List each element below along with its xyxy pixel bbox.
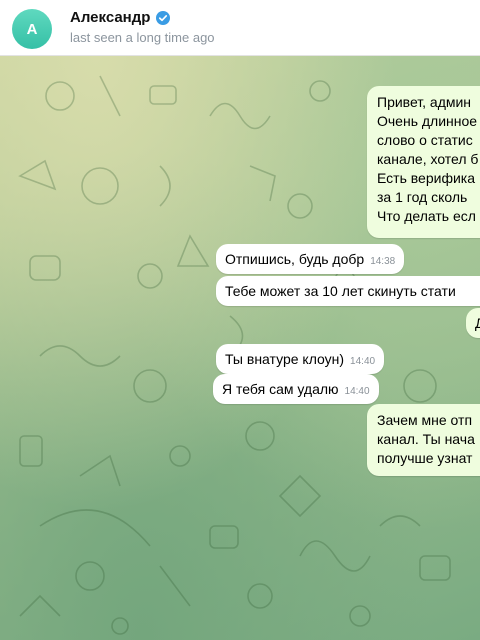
incoming-message-2[interactable]: Тебе может за 10 лет скинуть стати	[216, 276, 480, 306]
message-line: Привет, админ	[377, 94, 472, 110]
last-seen-status: last seen a long time ago	[70, 30, 215, 45]
chat-area[interactable]: Привет, админ Очень длинное слово о стат…	[0, 56, 480, 640]
message-text: Тебе может за 10 лет скинуть стати	[225, 283, 456, 299]
outgoing-message-2[interactable]: Д	[466, 308, 480, 338]
message-line: канале, хотел б	[377, 151, 479, 167]
incoming-message-1[interactable]: Отпишись, будь добр 14:38	[216, 244, 405, 274]
message-text: Отпишись, будь добр	[225, 251, 365, 267]
outgoing-message-1[interactable]: Привет, админ Очень длинное слово о стат…	[367, 86, 480, 238]
message-line: за 1 год сколь	[377, 189, 468, 205]
message-text: Ты внатуре клоун)	[225, 351, 345, 367]
message-line: Очень длинное	[377, 113, 478, 129]
message-line: Что делать есл	[377, 208, 476, 224]
message-line: получше узнат	[377, 450, 473, 466]
message-time: 14:40	[344, 386, 370, 397]
contact-name-row[interactable]: Александр	[70, 9, 171, 26]
message-line: канал. Ты нача	[377, 431, 475, 447]
message-line: слово о статис	[377, 132, 473, 148]
message-time: 14:38	[370, 256, 396, 267]
message-line: Зачем мне отп	[377, 412, 473, 428]
verified-badge-icon	[156, 10, 171, 25]
avatar[interactable]: A	[12, 9, 52, 49]
message-time: 14:40	[350, 356, 376, 367]
incoming-message-3[interactable]: Ты внатуре клоун) 14:40	[216, 344, 385, 374]
chat-header: A Александр last seen a long time ago	[0, 0, 480, 56]
incoming-message-4[interactable]: Я тебя сам удалю 14:40	[213, 374, 379, 404]
contact-name[interactable]: Александр	[70, 9, 150, 26]
outgoing-message-3[interactable]: Зачем мне отп канал. Ты нача получше узн…	[367, 404, 480, 476]
message-text: Д	[475, 315, 480, 331]
message-line: Есть верифика	[377, 170, 476, 186]
message-text: Я тебя сам удалю	[222, 381, 339, 397]
